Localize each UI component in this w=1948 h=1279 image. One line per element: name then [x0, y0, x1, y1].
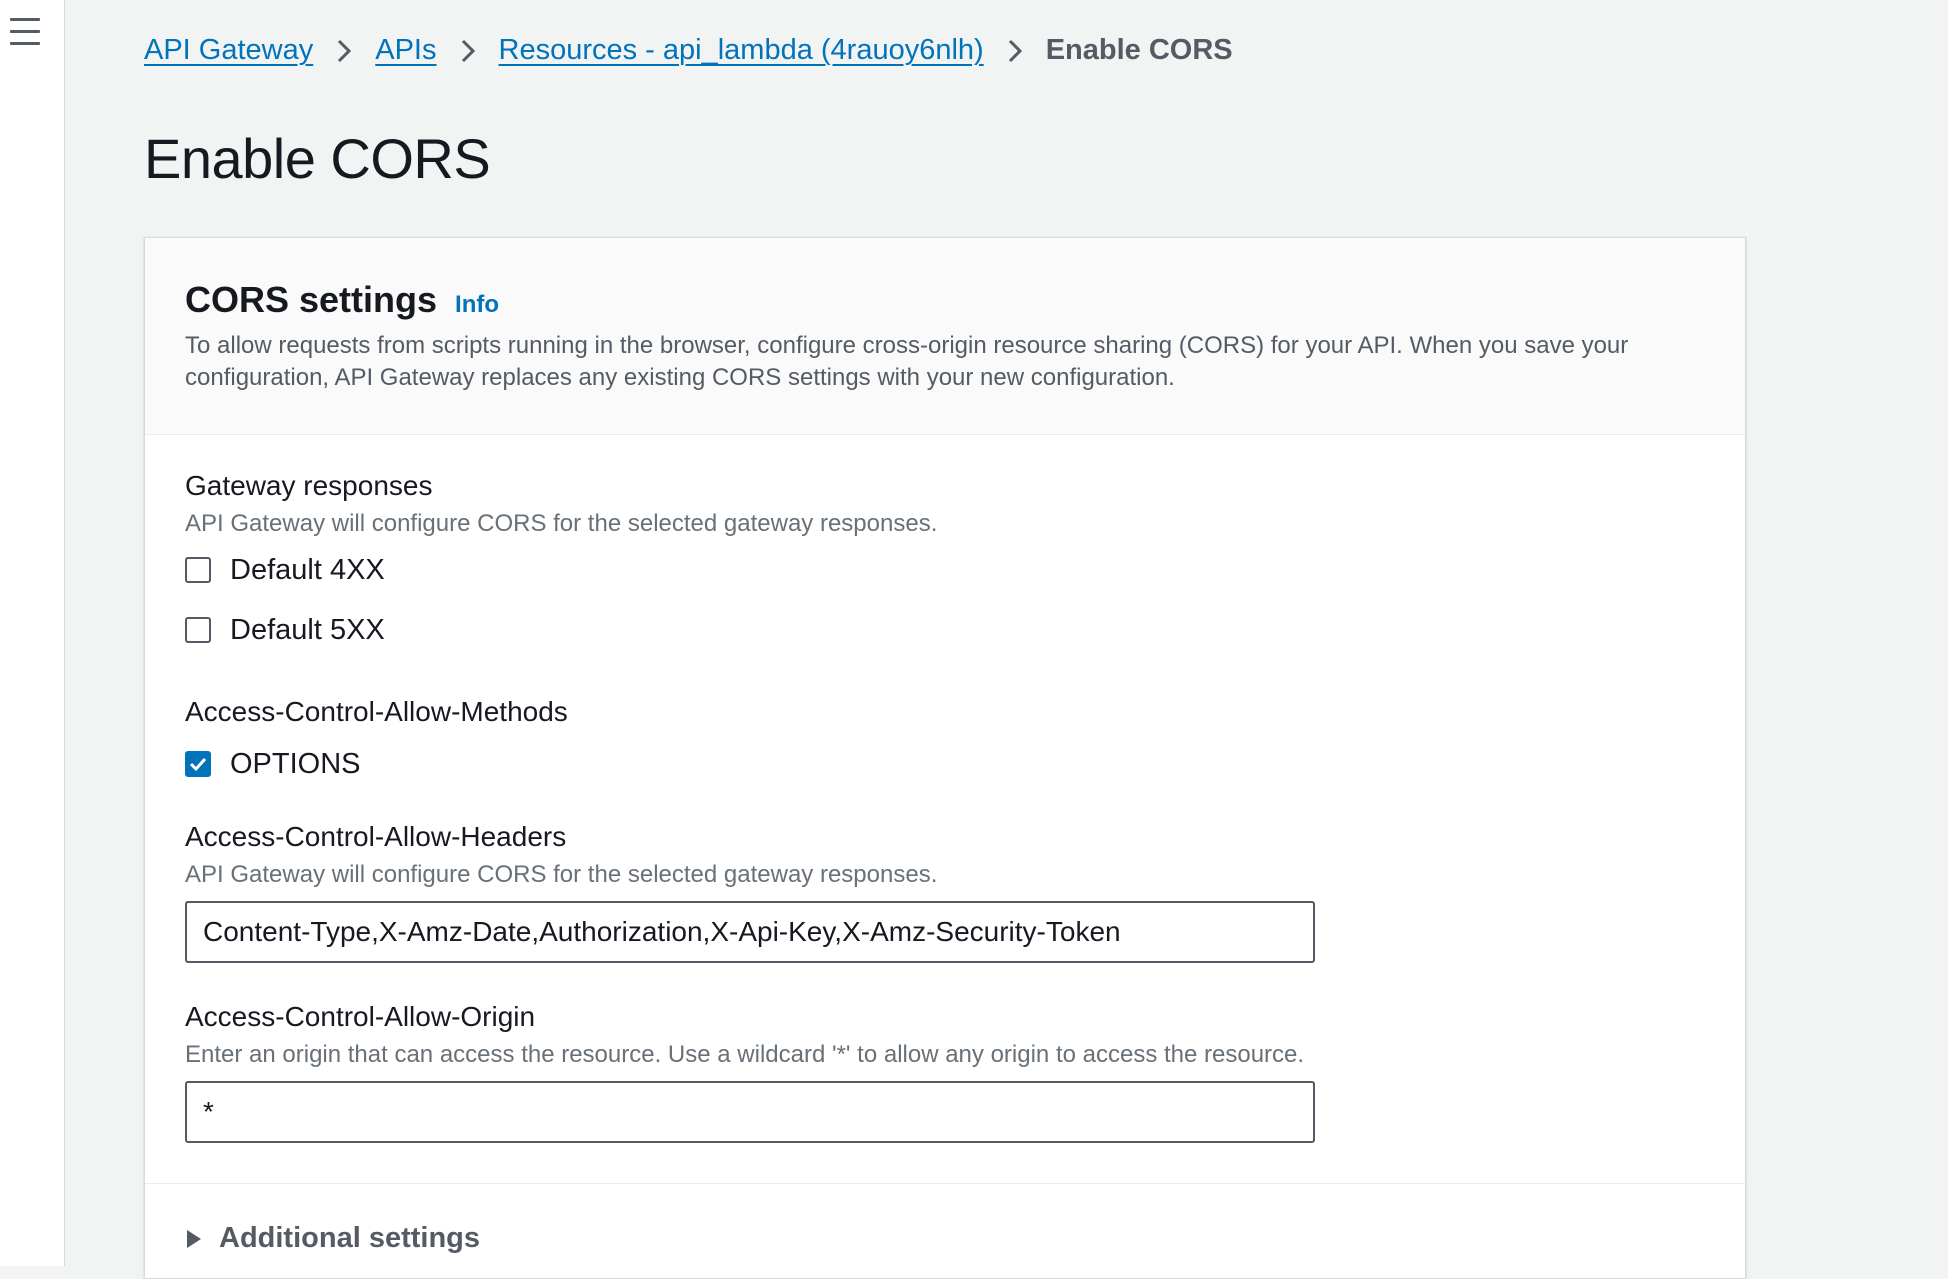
allow-headers-field: Access-Control-Allow-Headers API Gateway… — [185, 821, 1315, 963]
chevron-right-icon — [437, 34, 499, 67]
default-4xx-checkbox[interactable] — [185, 557, 211, 583]
allow-origin-label: Access-Control-Allow-Origin — [185, 1001, 536, 1032]
breadcrumb-link-apis[interactable]: APIs — [375, 34, 436, 67]
side-navigation-rail — [0, 0, 65, 1266]
allow-headers-label: Access-Control-Allow-Headers — [185, 821, 567, 852]
allow-origin-field: Access-Control-Allow-Origin Enter an ori… — [185, 1001, 1315, 1143]
allow-origin-input[interactable] — [185, 1081, 1315, 1143]
options-method-checkbox[interactable] — [185, 751, 211, 777]
gateway-responses-field: Gateway responses API Gateway will confi… — [185, 470, 937, 650]
additional-settings-label: Additional settings — [219, 1222, 480, 1254]
cors-settings-panel: CORS settings Info To allow requests fro… — [144, 237, 1746, 1279]
breadcrumb-link-api-gateway[interactable]: API Gateway — [144, 34, 313, 67]
panel-divider — [145, 1183, 1745, 1184]
chevron-right-icon — [984, 34, 1046, 67]
chevron-right-icon — [313, 34, 375, 67]
allow-headers-input[interactable] — [185, 901, 1315, 963]
panel-description: To allow requests from scripts running i… — [185, 332, 1629, 391]
allow-methods-field: Access-Control-Allow-Methods OPTIONS — [185, 696, 568, 784]
allow-headers-description: API Gateway will configure CORS for the … — [185, 861, 938, 888]
default-5xx-option[interactable]: Default 5XX — [185, 610, 937, 650]
caret-right-icon — [187, 1229, 201, 1248]
additional-settings-expander[interactable]: Additional settings — [185, 1222, 480, 1255]
panel-header: CORS settings Info To allow requests fro… — [145, 238, 1745, 435]
hamburger-menu-icon[interactable] — [10, 18, 40, 46]
panel-title-row: CORS settings Info — [185, 279, 499, 321]
info-link[interactable]: Info — [455, 291, 499, 319]
gateway-responses-label: Gateway responses — [185, 470, 433, 501]
allow-origin-description: Enter an origin that can access the reso… — [185, 1041, 1305, 1068]
options-method-label: OPTIONS — [230, 747, 361, 780]
options-method-option[interactable]: OPTIONS — [185, 744, 568, 784]
page-title: Enable CORS — [144, 127, 491, 190]
allow-methods-label: Access-Control-Allow-Methods — [185, 696, 568, 727]
breadcrumb-link-resources[interactable]: Resources - api_lambda (4rauoy6nlh) — [499, 34, 984, 67]
panel-title: CORS settings — [185, 279, 438, 320]
default-4xx-label: Default 4XX — [230, 553, 385, 586]
default-5xx-checkbox[interactable] — [185, 617, 211, 643]
default-4xx-option[interactable]: Default 4XX — [185, 550, 937, 590]
gateway-responses-description: API Gateway will configure CORS for the … — [185, 510, 938, 537]
breadcrumb: API Gateway APIs Resources - api_lambda … — [144, 34, 1233, 67]
checkmark-icon — [189, 757, 207, 772]
breadcrumb-current: Enable CORS — [1045, 34, 1233, 66]
default-5xx-label: Default 5XX — [230, 613, 385, 646]
